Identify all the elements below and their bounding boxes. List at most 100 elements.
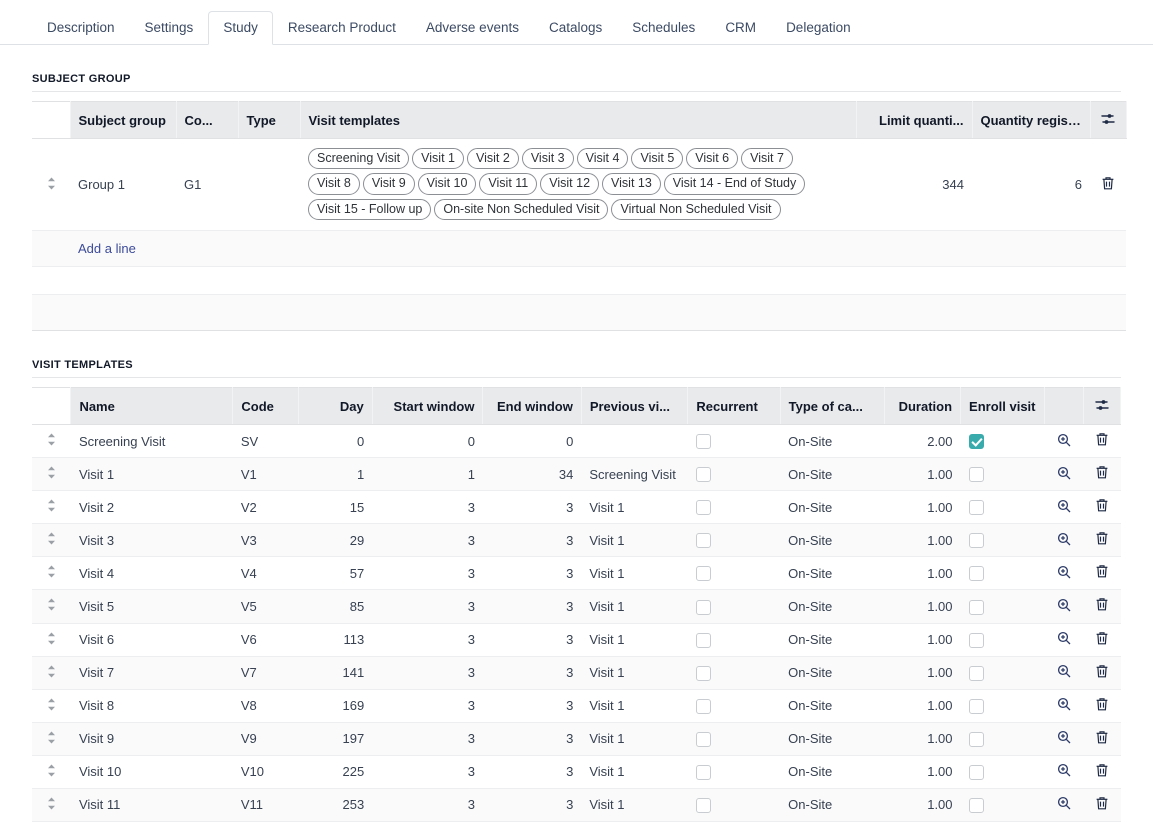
visit-template-tag[interactable]: Visit 13 xyxy=(602,173,661,195)
delete-row-cell[interactable] xyxy=(1083,490,1121,525)
magnify-plus-icon[interactable] xyxy=(1057,565,1071,579)
drag-handle-icon[interactable] xyxy=(47,466,56,482)
visit-code[interactable]: SV xyxy=(232,424,299,459)
visit-end-window[interactable]: 3 xyxy=(482,788,582,822)
enroll-visit-checkbox[interactable] xyxy=(968,731,984,747)
visit-template-row[interactable]: Visit 1 V1 1 1 34 Screening Visit On-Site 1.00 xyxy=(32,457,1121,492)
visit-template-row[interactable]: Visit 8 V8 169 3 3 Visit 1 On-Site 1.00 xyxy=(32,689,1121,723)
visit-template-tag[interactable]: Screening Visit xyxy=(308,148,410,170)
visit-previous-visit[interactable]: Visit 1 xyxy=(581,589,688,624)
drag-handle-icon[interactable] xyxy=(47,565,56,581)
trash-icon[interactable] xyxy=(1095,730,1109,745)
magnify-plus-icon[interactable] xyxy=(1057,796,1071,810)
visit-template-tag[interactable]: Visit 9 xyxy=(362,173,415,195)
visit-name[interactable]: Visit 10 xyxy=(70,755,233,789)
visit-recurrent-cell[interactable] xyxy=(687,623,781,657)
drag-handle-cell[interactable] xyxy=(32,755,71,789)
drag-handle-cell[interactable] xyxy=(32,656,71,690)
visit-enroll-cell[interactable] xyxy=(960,722,1045,756)
visit-name[interactable]: Visit 5 xyxy=(70,589,233,624)
subject-group-col-limit-quantity[interactable]: Limit quanti... xyxy=(856,101,973,139)
tab-study[interactable]: Study xyxy=(208,10,273,45)
magnify-plus-icon[interactable] xyxy=(1057,763,1071,777)
visit-start-window[interactable]: 3 xyxy=(372,623,483,657)
view-row-cell[interactable] xyxy=(1044,623,1084,657)
view-row-cell[interactable] xyxy=(1044,424,1084,459)
visit-recurrent-cell[interactable] xyxy=(687,424,781,459)
visit-duration[interactable]: 1.00 xyxy=(884,656,961,690)
delete-row-cell[interactable] xyxy=(1083,556,1121,591)
visit-duration[interactable]: 1.00 xyxy=(884,722,961,756)
drag-handle-cell[interactable] xyxy=(32,457,71,492)
drag-handle-icon[interactable] xyxy=(47,665,56,681)
visit-name[interactable]: Visit 8 xyxy=(70,689,233,723)
visit-previous-visit[interactable]: Visit 1 xyxy=(581,490,688,525)
visit-previous-visit[interactable]: Screening Visit xyxy=(581,457,688,492)
visit-enroll-cell[interactable] xyxy=(960,424,1045,459)
subject-group-name[interactable]: Group 1 xyxy=(70,138,176,232)
enroll-visit-checkbox[interactable] xyxy=(968,797,984,813)
visit-enroll-cell[interactable] xyxy=(960,755,1045,789)
drag-handle-icon[interactable] xyxy=(47,499,56,515)
trash-icon[interactable] xyxy=(1095,498,1109,513)
visit-recurrent-cell[interactable] xyxy=(687,523,781,558)
visit-end-window[interactable]: 3 xyxy=(482,689,582,723)
visit-type-of-care[interactable]: On-Site xyxy=(780,755,885,789)
visit-template-row[interactable]: Visit 2 V2 15 3 3 Visit 1 On-Site 1.00 xyxy=(32,490,1121,525)
visit-start-window[interactable]: 1 xyxy=(372,457,483,492)
visit-name[interactable]: Screening Visit xyxy=(70,424,233,459)
visit-start-window[interactable]: 3 xyxy=(372,556,483,591)
drag-handle-icon[interactable] xyxy=(47,731,56,747)
visit-recurrent-cell[interactable] xyxy=(687,788,781,822)
magnify-plus-icon[interactable] xyxy=(1057,697,1071,711)
visit-end-window[interactable]: 3 xyxy=(482,755,582,789)
visit-enroll-cell[interactable] xyxy=(960,523,1045,558)
visit-end-window[interactable]: 3 xyxy=(482,523,582,558)
visit-template-tag[interactable]: Visit 7 xyxy=(741,148,793,170)
magnify-plus-icon[interactable] xyxy=(1057,532,1071,546)
delete-row-cell[interactable] xyxy=(1083,755,1121,789)
visit-recurrent-cell[interactable] xyxy=(687,656,781,690)
visit-templates-col-start-window[interactable]: Start window xyxy=(372,387,484,426)
drag-handle-cell[interactable] xyxy=(32,556,71,591)
visit-name[interactable]: Visit 3 xyxy=(70,523,233,558)
drag-handle-cell[interactable] xyxy=(32,589,71,624)
visit-end-window[interactable]: 0 xyxy=(482,424,582,459)
visit-duration[interactable]: 1.00 xyxy=(884,457,961,492)
limit-quantity-value[interactable]: 344 xyxy=(856,138,972,232)
enroll-visit-checkbox[interactable] xyxy=(968,764,984,780)
visit-template-row[interactable]: Visit 6 V6 113 3 3 Visit 1 On-Site 1.00 xyxy=(32,623,1121,657)
visit-day[interactable]: 85 xyxy=(298,589,373,624)
visit-name[interactable]: Visit 2 xyxy=(70,490,233,525)
visit-template-row[interactable]: Visit 10 V10 225 3 3 Visit 1 On-Site 1.00 xyxy=(32,755,1121,789)
visit-templates-col-duration[interactable]: Duration xyxy=(884,387,962,426)
visit-duration[interactable]: 1.00 xyxy=(884,523,961,558)
visit-previous-visit[interactable]: Visit 1 xyxy=(581,656,688,690)
drag-handle-icon[interactable] xyxy=(47,632,56,648)
visit-template-tag[interactable]: Visit 6 xyxy=(686,148,739,170)
visit-enroll-cell[interactable] xyxy=(960,623,1045,657)
visit-templates-col-day[interactable]: Day xyxy=(298,387,373,426)
view-row-cell[interactable] xyxy=(1044,556,1084,591)
recurrent-checkbox[interactable] xyxy=(695,500,711,516)
magnify-plus-icon[interactable] xyxy=(1057,433,1071,447)
trash-icon[interactable] xyxy=(1095,465,1109,480)
view-row-cell[interactable] xyxy=(1044,755,1084,789)
tab-settings[interactable]: Settings xyxy=(130,11,209,46)
drag-handle-icon[interactable] xyxy=(47,698,56,714)
visit-templates-col-previous-visit[interactable]: Previous vi... xyxy=(581,387,689,426)
recurrent-checkbox[interactable] xyxy=(695,566,711,582)
enroll-visit-checkbox[interactable] xyxy=(968,434,984,450)
visit-template-tag[interactable]: Visit 4 xyxy=(576,148,629,170)
visit-start-window[interactable]: 0 xyxy=(372,424,483,459)
visit-template-row[interactable]: Screening Visit SV 0 0 0 On-Site 2.00 xyxy=(32,424,1121,459)
visit-day[interactable]: 113 xyxy=(298,623,373,657)
recurrent-checkbox[interactable] xyxy=(695,632,711,648)
visit-duration[interactable]: 1.00 xyxy=(884,755,961,789)
visit-enroll-cell[interactable] xyxy=(960,689,1045,723)
drag-handle-cell[interactable] xyxy=(32,689,71,723)
delete-row-cell[interactable] xyxy=(1083,589,1121,624)
visit-duration[interactable]: 1.00 xyxy=(884,689,961,723)
visit-recurrent-cell[interactable] xyxy=(687,490,781,525)
visit-day[interactable]: 197 xyxy=(298,722,373,756)
